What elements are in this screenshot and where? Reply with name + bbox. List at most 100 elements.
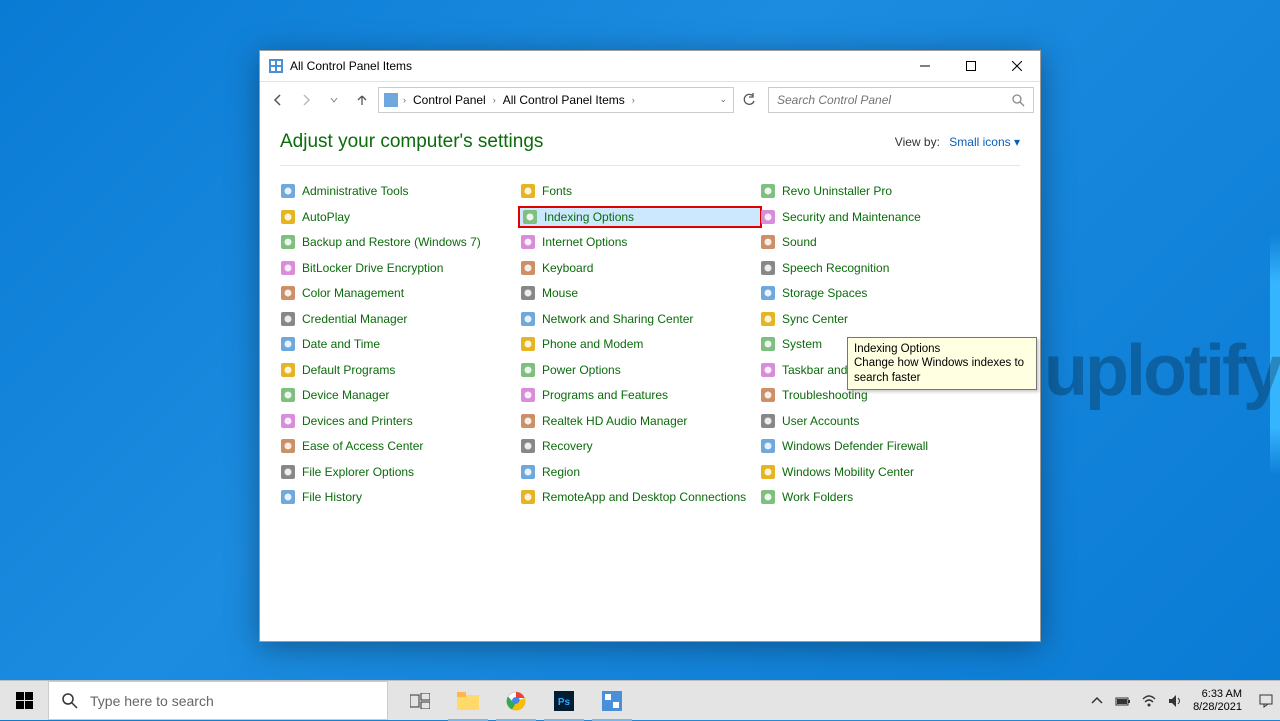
control-panel-item[interactable]: Sync Center (760, 310, 1000, 328)
control-panel-item[interactable]: Mouse (520, 284, 760, 302)
control-panel-item[interactable]: Default Programs (280, 361, 520, 379)
file-explorer-taskbar[interactable] (444, 681, 492, 721)
photoshop-taskbar[interactable]: Ps (540, 681, 588, 721)
view-by-dropdown[interactable]: Small icons ▾ (949, 135, 1020, 149)
breadcrumb-segment[interactable]: All Control Panel Items (500, 93, 628, 107)
notifications-icon[interactable] (1258, 693, 1274, 709)
control-panel-item[interactable]: Revo Uninstaller Pro (760, 182, 1000, 200)
control-panel-item[interactable]: Devices and Printers (280, 412, 520, 430)
close-button[interactable] (994, 51, 1040, 81)
clock[interactable]: 6:33 AM8/28/2021 (1193, 688, 1248, 713)
view-by-label: View by: (895, 135, 940, 149)
search-bar[interactable] (768, 87, 1034, 113)
search-input[interactable] (777, 93, 1011, 107)
control-panel-item[interactable]: Speech Recognition (760, 259, 1000, 277)
item-icon (760, 336, 776, 352)
svg-text:Ps: Ps (558, 697, 571, 708)
item-icon (520, 183, 536, 199)
control-panel-item[interactable]: User Accounts (760, 412, 1000, 430)
control-panel-item[interactable]: Administrative Tools (280, 182, 520, 200)
item-icon (760, 285, 776, 301)
item-label: Default Programs (302, 363, 395, 377)
chevron-right-icon[interactable]: › (630, 95, 637, 105)
control-panel-taskbar[interactable] (588, 681, 636, 721)
item-label: User Accounts (782, 414, 859, 428)
item-icon (520, 489, 536, 505)
control-panel-item[interactable]: Windows Mobility Center (760, 463, 1000, 481)
item-icon (520, 362, 536, 378)
chevron-right-icon[interactable]: › (401, 95, 408, 105)
item-icon (280, 387, 296, 403)
control-panel-item[interactable]: Keyboard (520, 259, 760, 277)
control-panel-item[interactable]: File Explorer Options (280, 463, 520, 481)
forward-button[interactable] (294, 88, 318, 112)
item-icon (760, 464, 776, 480)
control-panel-item[interactable]: Region (520, 463, 760, 481)
control-panel-item[interactable]: RemoteApp and Desktop Connections (520, 488, 760, 506)
control-panel-item[interactable]: Network and Sharing Center (520, 310, 760, 328)
time-text: 6:33 AM (1193, 688, 1242, 701)
control-panel-item[interactable]: Credential Manager (280, 310, 520, 328)
control-panel-item[interactable]: AutoPlay (280, 208, 520, 226)
breadcrumb-segment[interactable]: Control Panel (410, 93, 489, 107)
control-panel-item[interactable]: Storage Spaces (760, 284, 1000, 302)
item-icon (280, 234, 296, 250)
control-panel-item[interactable]: Work Folders (760, 488, 1000, 506)
item-label: RemoteApp and Desktop Connections (542, 490, 746, 504)
item-icon (520, 234, 536, 250)
item-label: File Explorer Options (302, 465, 414, 479)
tooltip-body: Change how Windows indexes to search fas… (854, 356, 1030, 385)
recent-chevron-icon[interactable] (322, 88, 346, 112)
tray-chevron-up-icon[interactable] (1089, 693, 1105, 709)
back-button[interactable] (266, 88, 290, 112)
item-label: AutoPlay (302, 210, 350, 224)
item-icon (280, 413, 296, 429)
control-panel-item[interactable]: Realtek HD Audio Manager (520, 412, 760, 430)
control-panel-item[interactable]: Fonts (520, 182, 760, 200)
control-panel-item[interactable]: Power Options (520, 361, 760, 379)
item-label: BitLocker Drive Encryption (302, 261, 443, 275)
control-panel-item[interactable]: Backup and Restore (Windows 7) (280, 233, 520, 251)
volume-icon[interactable] (1167, 693, 1183, 709)
control-panel-item[interactable]: Sound (760, 233, 1000, 251)
item-icon (280, 285, 296, 301)
item-icon (760, 183, 776, 199)
taskbar-search[interactable]: Type here to search (48, 681, 388, 720)
chevron-right-icon[interactable]: › (491, 95, 498, 105)
control-panel-item[interactable]: Ease of Access Center (280, 437, 520, 455)
control-panel-item[interactable]: Indexing Options (518, 206, 762, 228)
start-button[interactable] (0, 681, 48, 720)
control-panel-item[interactable]: BitLocker Drive Encryption (280, 259, 520, 277)
control-panel-item[interactable]: Security and Maintenance (760, 208, 1000, 226)
wifi-icon[interactable] (1141, 693, 1157, 709)
control-panel-item[interactable]: Windows Defender Firewall (760, 437, 1000, 455)
control-panel-item[interactable]: Color Management (280, 284, 520, 302)
window-controls (902, 51, 1040, 81)
up-button[interactable] (350, 88, 374, 112)
item-icon (760, 234, 776, 250)
item-label: Sound (782, 235, 817, 249)
maximize-button[interactable] (948, 51, 994, 81)
control-panel-item[interactable]: Device Manager (280, 386, 520, 404)
address-bar[interactable]: › Control Panel › All Control Panel Item… (378, 87, 734, 113)
item-icon (280, 260, 296, 276)
refresh-button[interactable] (738, 87, 760, 113)
chevron-down-icon[interactable]: ⌄ (717, 94, 729, 105)
date-text: 8/28/2021 (1193, 701, 1242, 714)
minimize-button[interactable] (902, 51, 948, 81)
tooltip: Indexing Options Change how Windows inde… (847, 337, 1037, 390)
control-panel-item[interactable]: Date and Time (280, 335, 520, 353)
item-label: Keyboard (542, 261, 593, 275)
item-label: Speech Recognition (782, 261, 889, 275)
control-panel-item[interactable]: Phone and Modem (520, 335, 760, 353)
battery-icon[interactable] (1115, 693, 1131, 709)
control-panel-item[interactable]: Programs and Features (520, 386, 760, 404)
control-panel-item[interactable]: File History (280, 488, 520, 506)
control-panel-item[interactable]: Recovery (520, 437, 760, 455)
windows-icon (16, 692, 33, 709)
task-view-button[interactable] (396, 681, 444, 721)
chrome-taskbar[interactable] (492, 681, 540, 721)
item-label: Windows Mobility Center (782, 465, 914, 479)
control-panel-item[interactable]: Internet Options (520, 233, 760, 251)
item-label: Internet Options (542, 235, 627, 249)
